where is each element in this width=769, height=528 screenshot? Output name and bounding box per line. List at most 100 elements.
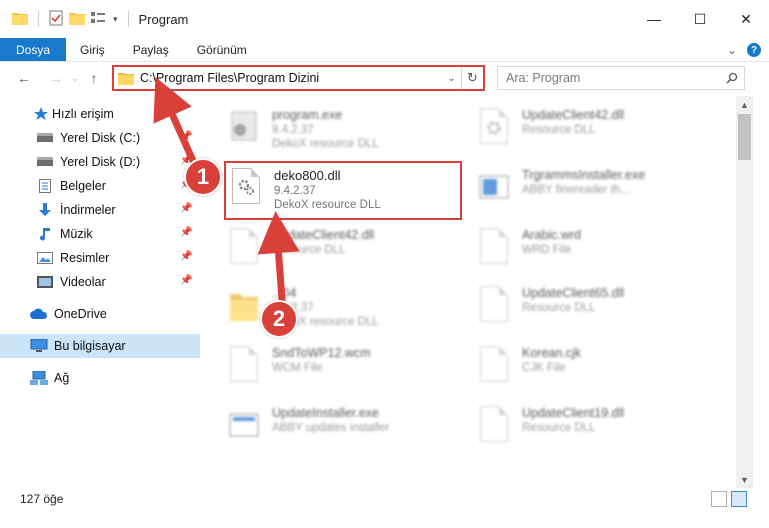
- videos-icon: [36, 274, 54, 290]
- file-version: 9.4.2.37: [274, 185, 316, 197]
- sidebar-item-label: Hızlı erişim: [52, 107, 114, 121]
- search-input[interactable]: Ara: Program: [506, 71, 720, 85]
- file-name: UpdateInstaller.exe: [272, 406, 380, 420]
- file-description: ABBY finereader th...: [522, 184, 630, 196]
- sidebar-item-documents[interactable]: Belgeler 📌: [0, 174, 200, 198]
- pin-icon: 📌: [180, 131, 193, 142]
- tab-view[interactable]: Görünüm: [183, 38, 261, 61]
- star-icon: [32, 106, 50, 122]
- details-view-button[interactable]: [711, 491, 727, 507]
- pin-icon: 📌: [180, 275, 193, 286]
- list-item[interactable]: SndToWP12.wcm WCM File: [226, 342, 466, 396]
- file-description: Resource DLL: [272, 244, 346, 256]
- sidebar-item-quick-access[interactable]: Hızlı erişim: [0, 102, 200, 126]
- help-icon[interactable]: ?: [747, 43, 761, 57]
- sidebar-item-label: Belgeler: [60, 179, 106, 193]
- refresh-button[interactable]: ↻: [461, 67, 483, 89]
- file-description: DekoX resource DLL: [274, 199, 381, 211]
- sidebar-item-label: İndirmeler: [60, 203, 116, 217]
- list-item[interactable]: UpdateInstaller.exe ABBY updates install…: [226, 402, 466, 456]
- list-item[interactable]: UpdateClient42.dll Resource DLL: [226, 224, 466, 278]
- sidebar-item-label: Müzik: [60, 227, 93, 241]
- new-folder-icon[interactable]: [69, 11, 85, 28]
- list-item[interactable]: Arabic.wrd WRD File: [476, 224, 716, 278]
- file-description: Resource DLL: [522, 302, 596, 314]
- dll-icon: [476, 108, 512, 152]
- scroll-down-button[interactable]: ▼: [736, 471, 753, 488]
- file-name: UpdateClient65.dll: [522, 286, 625, 300]
- file-name: ...04: [272, 286, 297, 300]
- search-box[interactable]: Ara: Program: [497, 66, 745, 90]
- sidebar-item-drive-c[interactable]: Yerel Disk (C:) 📌: [0, 126, 200, 150]
- list-item[interactable]: program.exe 9.4.2.37 DekoX resource DLL: [226, 104, 466, 158]
- computer-icon: [30, 338, 48, 354]
- list-item[interactable]: UpdateClient19.dll Resource DLL: [476, 402, 716, 456]
- exe-icon: [226, 108, 262, 152]
- sidebar-item-label: Videolar: [60, 275, 106, 289]
- file-name: deko800.dll: [274, 168, 341, 183]
- file-description: DekoX resource DLL: [272, 138, 379, 150]
- pin-icon: 📌: [180, 251, 193, 262]
- scroll-thumb[interactable]: [738, 114, 751, 160]
- expand-ribbon-icon[interactable]: ⌄: [727, 43, 737, 57]
- quick-access-toolbar: ▾: [0, 0, 133, 38]
- close-button[interactable]: ✕: [723, 0, 769, 38]
- file-description: CJK File: [522, 362, 566, 374]
- dll-icon: [476, 286, 512, 330]
- dll-icon: [226, 228, 262, 272]
- list-item[interactable]: TrgrammsInstaller.exe ABBY finereader th…: [476, 164, 716, 218]
- sidebar-item-label: Ağ: [54, 371, 70, 385]
- recent-locations-button[interactable]: ⌄: [68, 66, 82, 90]
- sidebar-item-label: Resimler: [60, 251, 110, 265]
- minimize-button[interactable]: —: [631, 0, 677, 38]
- maximize-button[interactable]: ☐: [677, 0, 723, 38]
- file-name: UpdateClient19.dll: [522, 406, 625, 420]
- sidebar-item-this-pc[interactable]: Bu bilgisayar: [0, 334, 200, 358]
- pin-icon: 📌: [180, 227, 193, 238]
- tab-home[interactable]: Giriş: [66, 38, 119, 61]
- dll-icon: [476, 406, 512, 450]
- sidebar-item-network[interactable]: Ağ: [0, 366, 200, 390]
- sidebar-item-music[interactable]: Müzik 📌: [0, 222, 200, 246]
- properties-icon[interactable]: [49, 10, 63, 29]
- pin-icon: 📌: [180, 203, 193, 214]
- back-button[interactable]: ←: [12, 66, 36, 90]
- network-icon: [30, 370, 48, 386]
- window-title: Program: [138, 11, 189, 27]
- list-item[interactable]: Korean.cjk CJK File: [476, 342, 716, 396]
- forward-button[interactable]: →: [44, 66, 68, 90]
- step-badge-2: 2: [260, 300, 298, 338]
- address-bar[interactable]: C:\Program Files\Program Dizini ⌄ ↻: [112, 65, 485, 91]
- sidebar-item-label: Bu bilgisayar: [54, 339, 126, 353]
- list-item[interactable]: UpdateClient65.dll Resource DLL: [476, 282, 716, 336]
- tab-file[interactable]: Dosya: [0, 38, 67, 61]
- address-path[interactable]: C:\Program Files\Program Dizini: [140, 71, 441, 85]
- up-button[interactable]: ↑: [82, 66, 106, 90]
- sidebar-item-downloads[interactable]: İndirmeler 📌: [0, 198, 200, 222]
- file-name: TrgrammsInstaller.exe: [522, 168, 646, 182]
- navigation-bar: ← → ⌄ ↑ C:\Program Files\Program Dizini …: [0, 62, 769, 94]
- view-options-icon[interactable]: [91, 11, 107, 28]
- folder-icon: [118, 71, 134, 85]
- music-icon: [36, 226, 54, 242]
- sidebar-item-onedrive[interactable]: OneDrive: [0, 302, 200, 326]
- file-name: program.exe: [272, 108, 343, 122]
- qat-separator: [127, 11, 129, 27]
- tab-share[interactable]: Paylaş: [119, 38, 183, 61]
- target-dll-file[interactable]: deko800.dll 9.4.2.37 DekoX resource DLL: [228, 164, 468, 218]
- list-item[interactable]: UpdateClient42.dll Resource DLL: [476, 104, 716, 158]
- file-description: Resource DLL: [522, 124, 596, 136]
- file-version: 9.4.2.37: [272, 124, 314, 136]
- sidebar-item-videos[interactable]: Videolar 📌: [0, 270, 200, 294]
- file-icon: [226, 346, 262, 390]
- file-description: WRD File: [522, 244, 572, 256]
- file-name: Arabic.wrd: [522, 228, 582, 242]
- vertical-scrollbar[interactable]: ▲ ▼: [736, 96, 753, 488]
- large-icons-view-button[interactable]: [731, 491, 747, 507]
- sidebar-item-drive-d[interactable]: Yerel Disk (D:) 📌: [0, 150, 200, 174]
- address-dropdown-button[interactable]: ⌄: [441, 67, 461, 89]
- scroll-up-button[interactable]: ▲: [736, 96, 753, 113]
- sidebar-item-pictures[interactable]: Resimler 📌: [0, 246, 200, 270]
- window-controls: — ☐ ✕: [631, 0, 769, 38]
- customize-toolbar-icon[interactable]: ▾: [113, 14, 118, 25]
